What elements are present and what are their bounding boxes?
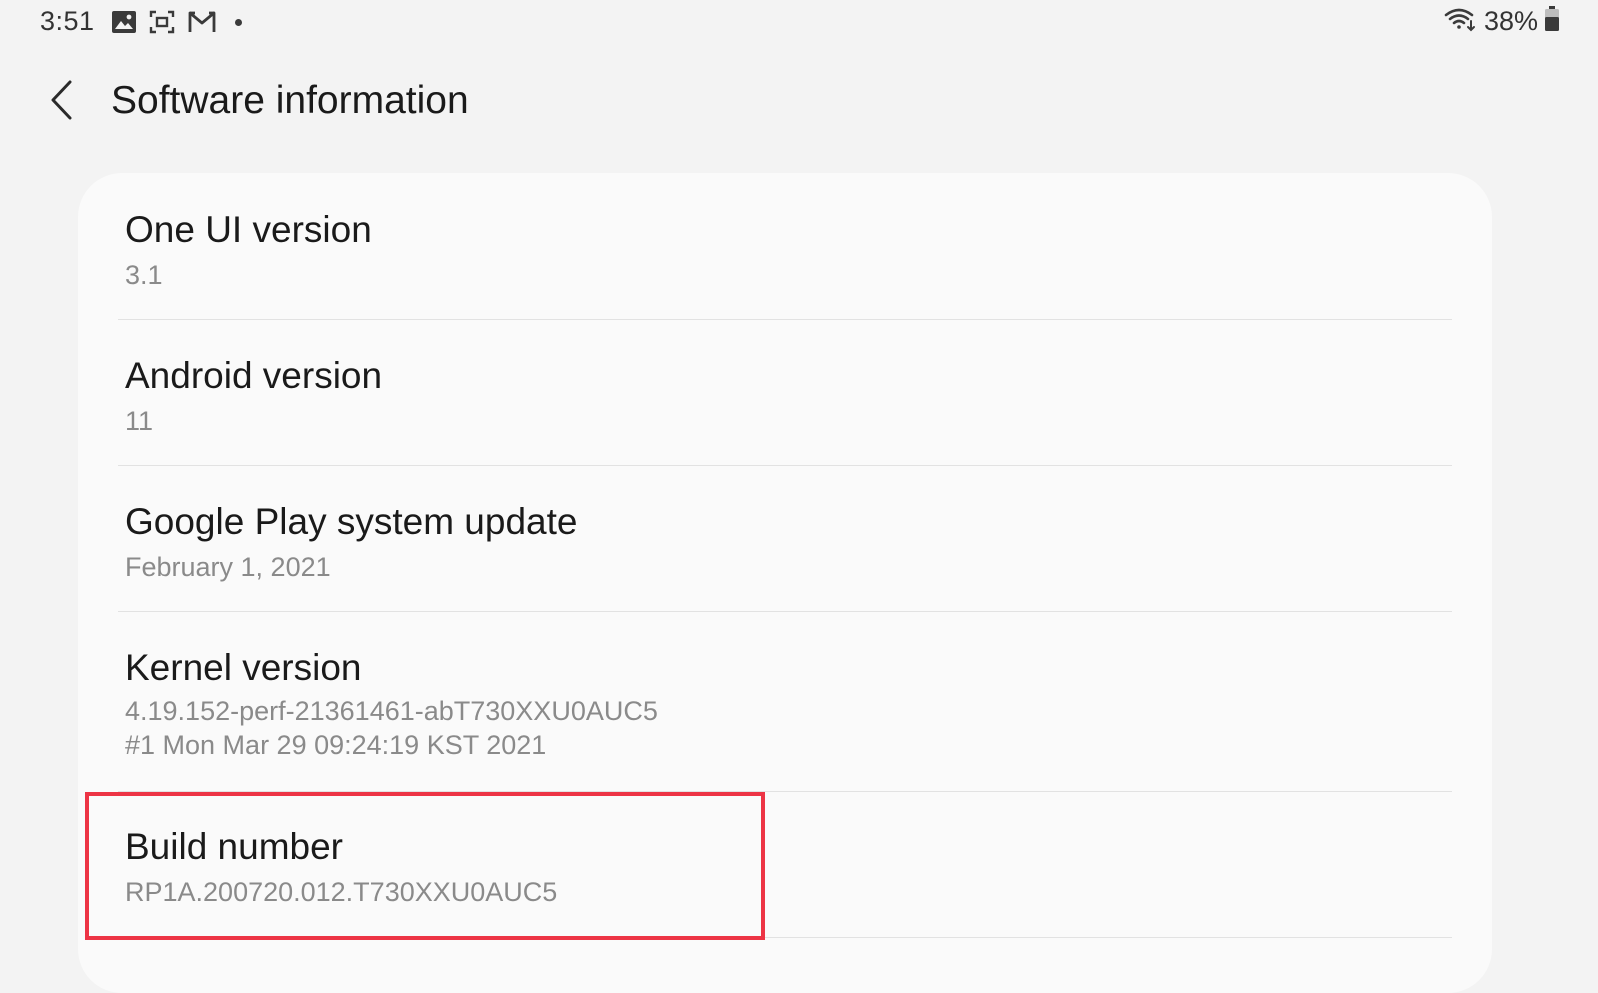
gmail-icon	[187, 10, 217, 34]
item-title: Android version	[125, 355, 383, 396]
status-right: 38%	[1444, 6, 1560, 37]
list-item-google-play-system-update[interactable]: Google Play system update February 1, 20…	[78, 466, 1492, 611]
app-bar: Software information	[0, 60, 1598, 150]
status-time: 3:51	[40, 6, 95, 36]
battery-percent: 38%	[1483, 6, 1538, 36]
item-value: February 1, 2021	[125, 552, 331, 582]
page-title: Software information	[111, 79, 469, 122]
divider	[118, 937, 1452, 938]
gallery-icon	[111, 10, 137, 34]
item-value: 4.19.152-perf-21361461-abT730XXU0AUC5 #1…	[125, 696, 658, 760]
wifi-icon	[1444, 6, 1478, 37]
back-arrow-icon	[49, 79, 75, 126]
item-value: RP1A.200720.012.T730XXU0AUC5	[125, 877, 558, 907]
list-item-android-version[interactable]: Android version 11	[78, 320, 1492, 465]
status-bar: 3:51 38%	[0, 0, 1598, 48]
back-button[interactable]	[36, 76, 88, 128]
item-title: Google Play system update	[125, 501, 578, 542]
software-info-card: One UI version 3.1 Android version 11 Go…	[78, 173, 1492, 993]
list-item-build-number[interactable]: Build number RP1A.200720.012.T730XXU0AUC…	[78, 792, 1492, 937]
notification-icons	[111, 10, 242, 34]
more-notifications-dot	[235, 18, 242, 26]
list-item-kernel-version[interactable]: Kernel version 4.19.152-perf-21361461-ab…	[78, 612, 1492, 791]
battery-icon	[1544, 6, 1560, 37]
screenshot-icon	[149, 10, 175, 34]
item-value: 3.1	[125, 260, 163, 290]
item-value: 11	[125, 406, 154, 436]
item-title: Build number	[125, 826, 344, 867]
list-item-one-ui-version[interactable]: One UI version 3.1	[78, 173, 1492, 319]
item-title: One UI version	[125, 209, 372, 250]
item-title: Kernel version	[125, 647, 362, 688]
